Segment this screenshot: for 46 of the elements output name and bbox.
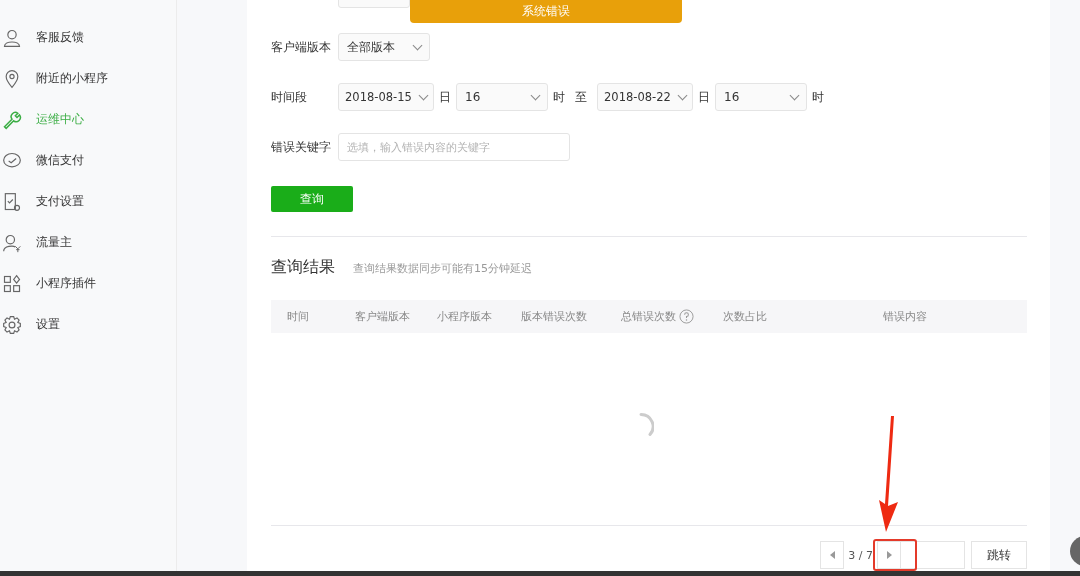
page-number-field[interactable]	[901, 541, 965, 569]
date-select[interactable]: 2018-08-15	[338, 83, 434, 111]
hour-select[interactable]: 16	[715, 83, 807, 111]
left-triangle-icon	[829, 551, 835, 559]
nav-item[interactable]: 微信支付	[0, 140, 176, 181]
section-title: 查询结果	[271, 257, 335, 278]
keyword-field[interactable]: 选填，输入错误内容的关键字	[338, 133, 570, 161]
column-header: 次数占比	[723, 309, 767, 324]
field-label: 客户端版本	[271, 38, 332, 56]
unit-label: 时	[553, 88, 565, 106]
nav-item[interactable]: 附近的小程序	[0, 58, 176, 99]
phone-gear-icon	[2, 191, 22, 212]
person-yen-icon	[2, 232, 22, 253]
error-banner: 系统错误	[410, 0, 682, 23]
page-indicator: 3 / 7	[848, 548, 873, 562]
person-icon	[2, 27, 22, 48]
settings-icon	[2, 314, 22, 335]
unit-label: 日	[439, 88, 451, 106]
hour-select[interactable]: 16	[456, 83, 548, 111]
unit-label: 时	[812, 88, 824, 106]
version-select[interactable]: 全部版本	[338, 33, 430, 61]
column-header: 时间	[287, 309, 309, 324]
column-header: 小程序版本	[437, 309, 492, 324]
nav-item[interactable]: 设置	[0, 304, 176, 345]
right-triangle-icon	[886, 551, 892, 559]
nav-item[interactable]: 流量主	[0, 222, 176, 263]
unit-label: 日	[698, 88, 710, 106]
help-icon[interactable]	[679, 309, 694, 324]
nav-item[interactable]: 小程序插件	[0, 263, 176, 304]
date-select[interactable]: 2018-08-22	[597, 83, 693, 111]
column-header: 版本错误次数	[521, 309, 587, 324]
next-page-button[interactable]	[877, 541, 901, 569]
loading-spinner	[639, 413, 654, 436]
previous-page-button[interactable]	[820, 541, 845, 569]
wrench-icon	[2, 109, 22, 130]
field-label: 时间段	[271, 88, 308, 106]
range-separator: 至	[575, 88, 587, 106]
grid-icon	[2, 273, 22, 294]
column-header: 客户端版本	[355, 309, 410, 324]
column-header: 总错误次数	[621, 309, 676, 324]
nav-item[interactable]: 支付设置	[0, 181, 176, 222]
jump-button[interactable]: 跳转	[971, 541, 1027, 569]
nav-item[interactable]: 客服反馈	[0, 17, 176, 58]
column-header: 错误内容	[883, 309, 927, 324]
field-label: 错误关键字	[271, 138, 332, 156]
section-note: 查询结果数据同步可能有15分钟延迟	[353, 261, 532, 276]
